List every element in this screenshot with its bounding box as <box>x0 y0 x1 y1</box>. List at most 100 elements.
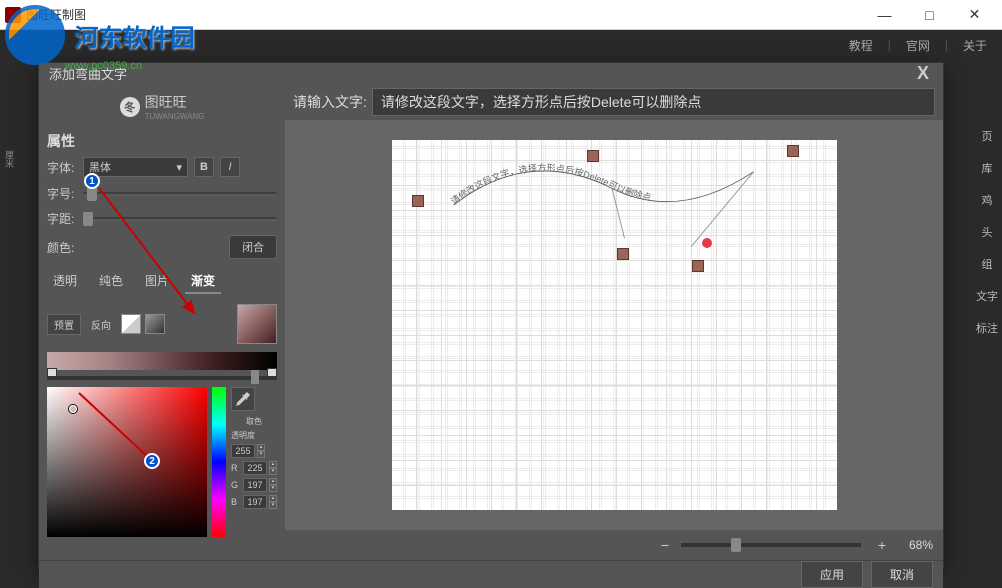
path-anchor[interactable] <box>587 150 599 162</box>
sidebar-item[interactable]: 组 <box>972 248 1002 280</box>
zoom-in-button[interactable]: + <box>874 537 890 553</box>
topbar-tutorial[interactable]: 教程 <box>849 37 873 54</box>
size-label: 字号: <box>47 185 77 202</box>
r-label: R <box>231 463 241 473</box>
gradient-type-linear[interactable] <box>121 314 141 334</box>
spin-down[interactable]: ▾ <box>257 451 265 458</box>
italic-button[interactable]: I <box>220 157 240 177</box>
curved-text-content: 请修改这段文字，选择方形点后按Delete可以删除点 <box>448 162 652 207</box>
size-row: 字号: <box>47 185 277 202</box>
saturation-value-box[interactable] <box>47 387 207 537</box>
path-handle[interactable] <box>617 248 629 260</box>
b-label: B <box>231 497 241 507</box>
r-input[interactable] <box>243 461 267 475</box>
chevron-down-icon: ▾ <box>176 161 182 174</box>
hue-slider[interactable] <box>212 387 226 537</box>
app-topbar: 教程 | 官网 | 关于 <box>0 30 1002 60</box>
separator: | <box>888 38 891 52</box>
preset-button[interactable]: 预置 <box>47 314 81 335</box>
window-titlebar: 图旺旺制图 — □ ✕ <box>0 0 1002 30</box>
spin-up[interactable]: ▴ <box>269 478 277 485</box>
tab-gradient[interactable]: 渐变 <box>185 269 221 294</box>
separator: | <box>945 38 948 52</box>
spin-up[interactable]: ▴ <box>257 444 265 451</box>
eyedropper-label: 取色 <box>231 416 277 427</box>
opacity-input[interactable] <box>231 444 255 458</box>
text-input[interactable] <box>372 88 935 116</box>
spin-up[interactable]: ▴ <box>269 461 277 468</box>
sidebar-item[interactable]: 鸡 <box>972 184 1002 216</box>
brand-icon: 冬 <box>120 97 140 117</box>
app-icon <box>5 7 21 23</box>
bold-button[interactable]: B <box>194 157 214 177</box>
eyedropper-button[interactable] <box>231 387 255 411</box>
spin-down[interactable]: ▾ <box>269 485 277 492</box>
text-input-bar: 请输入文字: <box>285 84 943 120</box>
gradient-preset-row: 预置 反向 <box>47 304 277 344</box>
sv-cursor[interactable] <box>69 405 77 413</box>
dialog-header[interactable]: 添加弯曲文字 X <box>39 63 943 84</box>
gradient-bar[interactable] <box>47 352 277 370</box>
properties-title: 属性 <box>47 129 277 153</box>
brand-subtitle: TUWANGWANG <box>145 112 205 121</box>
slider-thumb[interactable] <box>83 212 93 226</box>
eyedropper-icon <box>236 392 250 406</box>
window-title: 图旺旺制图 <box>26 6 862 23</box>
color-picker: 取色 透明度 ▴▾ R▴▾ G▴▾ B▴▾ <box>47 387 277 537</box>
window-controls: — □ ✕ <box>862 1 997 29</box>
gradient-type-radial[interactable] <box>145 314 165 334</box>
brand-name: 图旺旺 <box>145 92 205 112</box>
spacing-slider[interactable] <box>83 217 277 221</box>
spacing-row: 字距: <box>47 210 277 227</box>
spin-up[interactable]: ▴ <box>269 495 277 502</box>
minimize-button[interactable]: — <box>862 1 907 29</box>
cancel-button[interactable]: 取消 <box>871 561 933 588</box>
control-point[interactable] <box>702 238 712 248</box>
gradient-angle-slider[interactable] <box>47 376 277 380</box>
curve-path[interactable]: 请修改这段文字，选择方形点后按Delete可以删除点 <box>412 155 812 255</box>
close-path-button[interactable]: 闭合 <box>229 235 277 259</box>
close-button[interactable]: ✕ <box>952 1 997 29</box>
canvas-container: 请修改这段文字，选择方形点后按Delete可以删除点 <box>285 120 943 530</box>
font-row: 字体: 黑体 ▾ B I <box>47 157 277 177</box>
sidebar-item[interactable]: 头 <box>972 216 1002 248</box>
g-label: G <box>231 480 241 490</box>
tab-solid[interactable]: 纯色 <box>93 269 129 294</box>
path-anchor[interactable] <box>412 195 424 207</box>
sidebar-item[interactable]: 页 <box>972 120 1002 152</box>
canvas-panel: 请输入文字: 请修改这段文字，选择方形点后按Delete可以删除点 <box>285 84 943 560</box>
opacity-label: 透明度 <box>231 430 277 441</box>
path-anchor[interactable] <box>787 145 799 157</box>
maximize-button[interactable]: □ <box>907 1 952 29</box>
tab-image[interactable]: 图片 <box>139 269 175 294</box>
slider-thumb[interactable] <box>251 370 259 384</box>
gradient-preview <box>237 304 277 344</box>
font-label: 字体: <box>47 159 77 176</box>
reverse-button[interactable]: 反向 <box>85 315 117 334</box>
spin-down[interactable]: ▾ <box>269 502 277 509</box>
zoom-slider[interactable] <box>681 543 861 547</box>
curved-text-dialog: 添加弯曲文字 X 冬 图旺旺 TUWANGWANG 属性 字体: 黑体 ▾ <box>38 62 944 568</box>
sidebar-item[interactable]: 标注 <box>972 312 1002 344</box>
tab-transparent[interactable]: 透明 <box>47 269 83 294</box>
canvas[interactable]: 请修改这段文字，选择方形点后按Delete可以删除点 <box>392 140 837 510</box>
size-slider[interactable] <box>83 192 277 196</box>
b-input[interactable] <box>243 495 267 509</box>
topbar-official[interactable]: 官网 <box>906 37 930 54</box>
path-handle[interactable] <box>692 260 704 272</box>
left-ruler-unit: 厘米 <box>0 150 16 168</box>
apply-button[interactable]: 应用 <box>801 561 863 588</box>
zoom-slider-thumb[interactable] <box>731 538 741 552</box>
input-label: 请输入文字: <box>293 92 367 112</box>
dialog-footer: 应用 取消 <box>39 560 943 588</box>
annotation-marker-2: 2 <box>144 453 160 469</box>
properties-panel: 冬 图旺旺 TUWANGWANG 属性 字体: 黑体 ▾ B I 字号: <box>39 84 285 560</box>
g-input[interactable] <box>243 478 267 492</box>
sidebar-item[interactable]: 库 <box>972 152 1002 184</box>
font-select[interactable]: 黑体 ▾ <box>83 157 188 177</box>
topbar-about[interactable]: 关于 <box>963 37 987 54</box>
sidebar-item[interactable]: 文字 <box>972 280 1002 312</box>
zoom-out-button[interactable]: − <box>657 537 673 553</box>
spin-down[interactable]: ▾ <box>269 468 277 475</box>
dialog-close-button[interactable]: X <box>913 63 933 84</box>
